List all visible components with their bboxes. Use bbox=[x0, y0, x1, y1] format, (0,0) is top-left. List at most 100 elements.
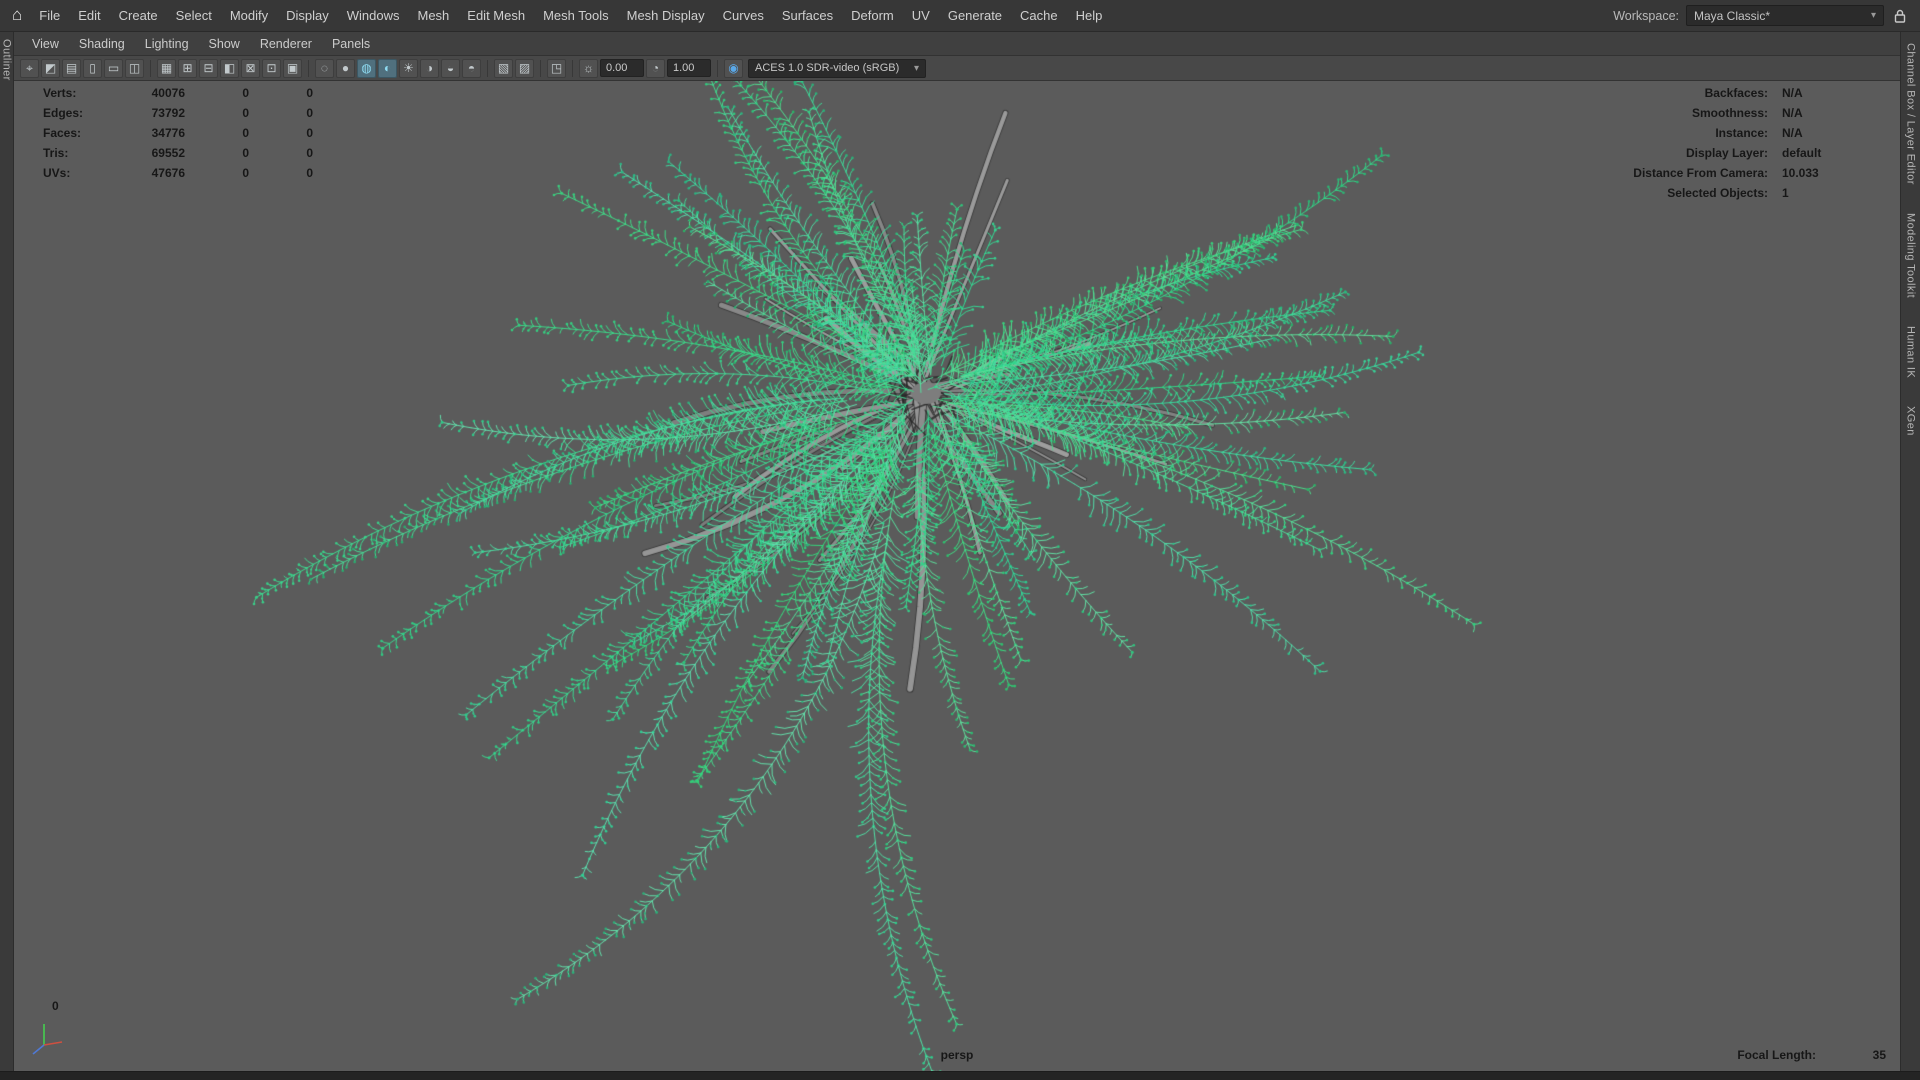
hud-label: Verts: bbox=[43, 86, 77, 100]
viewport[interactable]: Verts: 40076 0 0 Edges: 73792 0 0 Faces:… bbox=[14, 81, 1900, 1071]
home-icon[interactable]: ⌂ bbox=[6, 5, 30, 27]
wireframe-icon[interactable]: ◌ bbox=[315, 58, 334, 78]
tab-xgen[interactable]: XGen bbox=[1904, 399, 1918, 443]
tab-channel-box-layer-editor[interactable]: Channel Box / Layer Editor bbox=[1904, 36, 1918, 192]
camera-lock-icon[interactable]: ◩ bbox=[41, 58, 60, 78]
camera-name-label: persp bbox=[940, 1048, 974, 1062]
hud-value: 0 bbox=[242, 126, 249, 140]
maya-window: ⌂ File Edit Create Select Modify Display Windo… bbox=[0, 0, 1920, 1080]
hud-row-selected-objects: Selected Objects: 1 bbox=[1633, 183, 1866, 203]
menu-generate[interactable]: Generate bbox=[939, 0, 1011, 31]
chevron-down-icon: ▾ bbox=[1870, 10, 1876, 21]
hud-row-uvs: UVs: 47676 0 0 bbox=[43, 163, 313, 183]
menu-curves[interactable]: Curves bbox=[714, 0, 773, 31]
grid-icon[interactable]: ▦ bbox=[157, 58, 176, 78]
menu-file[interactable]: File bbox=[30, 0, 69, 31]
hud-value: 0 bbox=[306, 146, 313, 160]
camera-select-icon[interactable]: ⌖ bbox=[20, 58, 39, 78]
menu-uv[interactable]: UV bbox=[903, 0, 939, 31]
textured-icon[interactable]: ◐ bbox=[378, 58, 397, 78]
gamma-field[interactable]: 1.00 bbox=[667, 59, 711, 77]
use-all-lights-icon[interactable]: ☀ bbox=[399, 58, 418, 78]
menu-create[interactable]: Create bbox=[110, 0, 167, 31]
workspace-value: Maya Classic* bbox=[1694, 8, 1771, 23]
colorspace-value: ACES 1.0 SDR-video (sRGB) bbox=[755, 62, 900, 74]
menu-modify[interactable]: Modify bbox=[221, 0, 277, 31]
color-managed-icon[interactable]: ◉ bbox=[724, 58, 743, 78]
exposure-icon[interactable]: ☼ bbox=[579, 58, 598, 78]
menu-help[interactable]: Help bbox=[1067, 0, 1112, 31]
hud-row-distance: Distance From Camera: 10.033 bbox=[1633, 163, 1866, 183]
safe-action-icon[interactable]: ⊡ bbox=[262, 58, 281, 78]
menu-mesh[interactable]: Mesh bbox=[408, 0, 458, 31]
panel-menu-shading[interactable]: Shading bbox=[69, 32, 135, 55]
film-gate-icon[interactable]: ⊞ bbox=[178, 58, 197, 78]
exposure-field[interactable]: 0.00 bbox=[600, 59, 644, 77]
menu-mesh-tools[interactable]: Mesh Tools bbox=[534, 0, 618, 31]
wireframe-on-shaded-icon[interactable]: ◍ bbox=[357, 58, 376, 78]
safe-title-icon[interactable]: ▣ bbox=[283, 58, 302, 78]
gamma-icon[interactable]: ◔ bbox=[646, 58, 665, 78]
hud-value: 0 bbox=[306, 126, 313, 140]
hud-label: Tris: bbox=[43, 146, 69, 160]
panel-menu-lighting[interactable]: Lighting bbox=[135, 32, 199, 55]
panel-menu-renderer[interactable]: Renderer bbox=[250, 32, 322, 55]
hud-value: 69552 bbox=[151, 146, 185, 160]
panel-menu-panels[interactable]: Panels bbox=[322, 32, 380, 55]
menu-select[interactable]: Select bbox=[167, 0, 221, 31]
hud-row-edges: Edges: 73792 0 0 bbox=[43, 103, 313, 123]
toolbar-separator bbox=[308, 59, 309, 77]
menu-edit[interactable]: Edit bbox=[69, 0, 109, 31]
hud-label: Selected Objects: bbox=[1667, 186, 1768, 200]
camera-attributes-icon[interactable]: ▤ bbox=[62, 58, 81, 78]
shadows-icon[interactable]: ◑ bbox=[420, 58, 439, 78]
resolution-gate-icon[interactable]: ⊟ bbox=[199, 58, 218, 78]
menu-windows[interactable]: Windows bbox=[338, 0, 409, 31]
hud-value: 47676 bbox=[151, 166, 185, 180]
hud-label: Display Layer: bbox=[1685, 146, 1768, 160]
smooth-shade-all-icon[interactable]: ● bbox=[336, 58, 355, 78]
workspace-lock-icon[interactable] bbox=[1884, 9, 1914, 23]
tab-modeling-toolkit[interactable]: Modeling Toolkit bbox=[1904, 206, 1918, 305]
hud-row-tris: Tris: 69552 0 0 bbox=[43, 143, 313, 163]
hud-value: 0 bbox=[306, 106, 313, 120]
menu-cache[interactable]: Cache bbox=[1011, 0, 1067, 31]
hud-value: 0 bbox=[306, 166, 313, 180]
toolbar-separator bbox=[150, 59, 151, 77]
panel-menu-show[interactable]: Show bbox=[199, 32, 250, 55]
motion-blur-icon[interactable]: ◓ bbox=[462, 58, 481, 78]
pan-zoom-icon[interactable]: ◫ bbox=[125, 58, 144, 78]
hud-row-instance: Instance: N/A bbox=[1633, 123, 1866, 143]
hud-label: Edges: bbox=[43, 106, 84, 120]
bookmarks-icon[interactable]: ▯ bbox=[83, 58, 102, 78]
tab-outliner[interactable]: Outliner bbox=[0, 32, 14, 88]
hud-label: Focal Length: bbox=[1737, 1048, 1816, 1062]
field-chart-icon[interactable]: ⊠ bbox=[241, 58, 260, 78]
menu-surfaces[interactable]: Surfaces bbox=[773, 0, 842, 31]
menu-mesh-display[interactable]: Mesh Display bbox=[618, 0, 714, 31]
tab-human-ik[interactable]: Human IK bbox=[1904, 319, 1918, 385]
viewport-toolbar-icons: ⌖ ◩ ▤ ▯ ▭ ◫ ▦ ⊞ ⊟ ◧ ⊠ ⊡ ▣ ◌ ● ◍ ◐ ☀ ◑ ◒ ◓ ▧ ▨ ◳ ☼ 0.00 ◔ 1.00 ◉ bbox=[20, 58, 743, 78]
screen-space-ao-icon[interactable]: ◒ bbox=[441, 58, 460, 78]
menu-deform[interactable]: Deform bbox=[842, 0, 903, 31]
view-transform-dropdown[interactable]: ACES 1.0 SDR-video (sRGB) ▾ bbox=[748, 58, 926, 78]
hud-label: Backfaces: bbox=[1704, 86, 1768, 100]
hud-label: UVs: bbox=[43, 166, 71, 180]
hud-value: 0 bbox=[242, 86, 249, 100]
isolate-select-icon[interactable]: ◳ bbox=[547, 58, 566, 78]
toolbar-separator bbox=[717, 59, 718, 77]
menu-display[interactable]: Display bbox=[277, 0, 338, 31]
image-plane-icon[interactable]: ▭ bbox=[104, 58, 123, 78]
toolbar-separator bbox=[572, 59, 573, 77]
workspace-dropdown[interactable]: Maya Classic* ▾ bbox=[1686, 5, 1884, 26]
menu-edit-mesh[interactable]: Edit Mesh bbox=[458, 0, 534, 31]
gate-mask-icon[interactable]: ◧ bbox=[220, 58, 239, 78]
hud-value: 73792 bbox=[151, 106, 185, 120]
panel-menu-view[interactable]: View bbox=[22, 32, 69, 55]
multisample-aa-icon[interactable]: ▧ bbox=[494, 58, 513, 78]
viewport-canvas[interactable] bbox=[14, 81, 1900, 1071]
panel-menubar: View Shading Lighting Show Renderer Panels bbox=[14, 32, 1900, 56]
transparency-icon[interactable]: ▨ bbox=[515, 58, 534, 78]
right-tab-strip: Channel Box / Layer Editor Modeling Toolk… bbox=[1900, 32, 1920, 1071]
hud-row-display-layer: Display Layer: default bbox=[1633, 143, 1866, 163]
